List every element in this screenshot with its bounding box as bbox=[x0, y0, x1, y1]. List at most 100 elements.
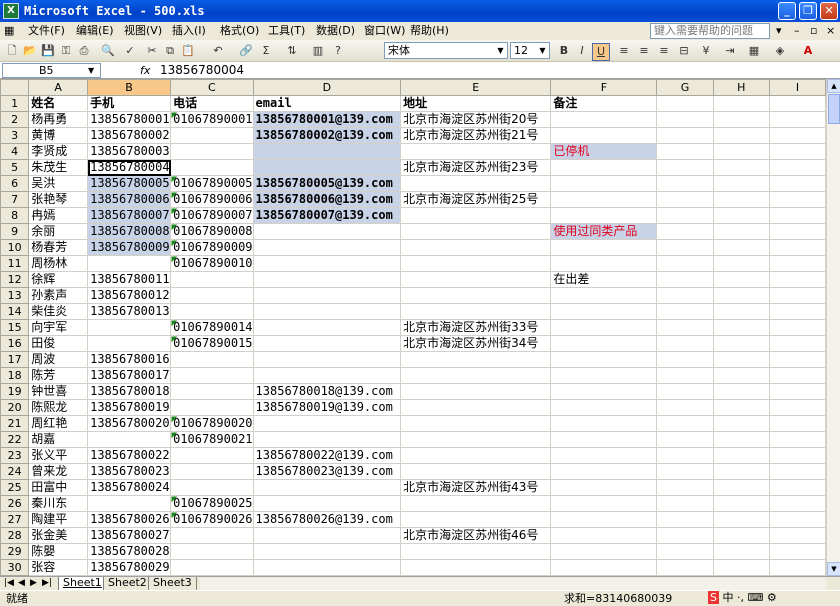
cell-i10[interactable] bbox=[768, 239, 826, 256]
permission-icon[interactable]: ⚿ bbox=[58, 43, 74, 59]
cell-c17[interactable] bbox=[170, 351, 254, 368]
cell-f5[interactable] bbox=[550, 159, 658, 176]
cell-f27[interactable] bbox=[550, 511, 658, 528]
cell-h27[interactable] bbox=[712, 511, 770, 528]
cell-e13[interactable] bbox=[400, 287, 552, 304]
cell-i11[interactable] bbox=[768, 255, 826, 272]
cell-h26[interactable] bbox=[712, 495, 770, 512]
cell-f13[interactable] bbox=[550, 287, 658, 304]
cell-d26[interactable] bbox=[252, 495, 402, 512]
cell-h8[interactable] bbox=[712, 207, 770, 224]
borders-icon[interactable]: ▦ bbox=[746, 43, 762, 59]
row-header[interactable]: 26 bbox=[0, 495, 30, 512]
cell-b30[interactable]: 13856780029 bbox=[87, 559, 172, 576]
cell-f17[interactable] bbox=[550, 351, 658, 368]
cell-b3[interactable]: 13856780002 bbox=[87, 127, 172, 144]
prev-sheet-arrow-icon[interactable]: ◀ bbox=[18, 577, 25, 590]
cell-e28[interactable]: 北京市海淀区苏州街46号 bbox=[400, 527, 552, 544]
sheet-tab-2[interactable]: Sheet2 bbox=[103, 577, 152, 591]
cell-e29[interactable] bbox=[400, 543, 552, 560]
row-header[interactable]: 1 bbox=[0, 95, 30, 112]
cell-d4[interactable] bbox=[252, 143, 402, 160]
cell-f29[interactable] bbox=[550, 543, 658, 560]
cell-a26[interactable]: 秦川东 bbox=[28, 495, 89, 512]
cell-b21[interactable]: 13856780020 bbox=[87, 415, 172, 432]
cell-g1[interactable] bbox=[656, 95, 714, 112]
cell-d13[interactable] bbox=[252, 287, 402, 304]
formula-input[interactable]: 13856780004 bbox=[160, 63, 244, 78]
cell-h17[interactable] bbox=[712, 351, 770, 368]
help-dropdown-icon[interactable]: ▾ bbox=[776, 24, 782, 38]
cell-h22[interactable] bbox=[712, 431, 770, 448]
cell-d23[interactable]: 13856780022@139.com bbox=[252, 447, 402, 464]
cell-b23[interactable]: 13856780022 bbox=[87, 447, 172, 464]
cell-c6[interactable]: 01067890005 bbox=[170, 175, 254, 192]
indent-icon[interactable]: ⇥ bbox=[722, 43, 738, 59]
cell-f2[interactable] bbox=[550, 111, 658, 128]
cell-f16[interactable] bbox=[550, 335, 658, 352]
cell-e20[interactable] bbox=[400, 399, 552, 416]
row-header[interactable]: 8 bbox=[0, 207, 30, 224]
cell-h20[interactable] bbox=[712, 399, 770, 416]
sheet-tab-3[interactable]: Sheet3 bbox=[148, 577, 197, 591]
cell-a2[interactable]: 杨再勇 bbox=[28, 111, 89, 128]
row-header[interactable]: 7 bbox=[0, 191, 30, 208]
cell-c23[interactable] bbox=[170, 447, 254, 464]
doc-restore-icon[interactable]: ▫ bbox=[810, 24, 817, 38]
fill-color-icon[interactable]: ◈ bbox=[772, 43, 788, 59]
cell-c28[interactable] bbox=[170, 527, 254, 544]
row-header[interactable]: 20 bbox=[0, 399, 30, 416]
cell-d14[interactable] bbox=[252, 303, 402, 320]
row-header[interactable]: 15 bbox=[0, 319, 30, 336]
bold-icon[interactable]: B bbox=[556, 43, 572, 59]
cell-h14[interactable] bbox=[712, 303, 770, 320]
cell-i13[interactable] bbox=[768, 287, 826, 304]
cell-c8[interactable]: 01067890007 bbox=[170, 207, 254, 224]
cell-c15[interactable]: 01067890014 bbox=[170, 319, 254, 336]
cell-d28[interactable] bbox=[252, 527, 402, 544]
cell-h18[interactable] bbox=[712, 367, 770, 384]
cell-h29[interactable] bbox=[712, 543, 770, 560]
cell-f20[interactable] bbox=[550, 399, 658, 416]
cell-g19[interactable] bbox=[656, 383, 714, 400]
name-box[interactable]: B5 ▼ bbox=[2, 63, 101, 78]
column-header-a[interactable]: A bbox=[28, 79, 89, 96]
cell-a8[interactable]: 冉嫣 bbox=[28, 207, 89, 224]
ime-settings-icon[interactable]: ⚙ bbox=[767, 591, 777, 604]
excel-app-icon[interactable]: X bbox=[3, 3, 19, 19]
cell-i7[interactable] bbox=[768, 191, 826, 208]
maximize-button[interactable]: ❐ bbox=[799, 2, 817, 20]
cell-i17[interactable] bbox=[768, 351, 826, 368]
row-header[interactable]: 13 bbox=[0, 287, 30, 304]
cell-e30[interactable] bbox=[400, 559, 552, 576]
cell-e25[interactable]: 北京市海淀区苏州街43号 bbox=[400, 479, 552, 496]
font-name-select[interactable]: 宋体 ▼ bbox=[384, 42, 508, 59]
cell-g20[interactable] bbox=[656, 399, 714, 416]
cell-c5[interactable] bbox=[170, 159, 254, 176]
cell-a27[interactable]: 陶建平 bbox=[28, 511, 89, 528]
sheet-tab-1[interactable]: Sheet1 bbox=[58, 577, 107, 591]
cell-d11[interactable] bbox=[252, 255, 402, 272]
cell-i22[interactable] bbox=[768, 431, 826, 448]
cell-d19[interactable]: 13856780018@139.com bbox=[252, 383, 402, 400]
cell-d18[interactable] bbox=[252, 367, 402, 384]
cell-c7[interactable]: 01067890006 bbox=[170, 191, 254, 208]
cell-i12[interactable] bbox=[768, 271, 826, 288]
scroll-down-arrow-icon[interactable]: ▼ bbox=[827, 562, 840, 576]
currency-icon[interactable]: ¥ bbox=[698, 43, 714, 59]
select-all-corner[interactable] bbox=[0, 79, 30, 96]
cell-e6[interactable] bbox=[400, 175, 552, 192]
cell-b4[interactable]: 13856780003 bbox=[87, 143, 172, 160]
cell-g9[interactable] bbox=[656, 223, 714, 240]
insert-function-icon[interactable]: fx bbox=[140, 63, 150, 78]
print-icon[interactable]: ⎙ bbox=[76, 43, 92, 59]
cell-b11[interactable] bbox=[87, 255, 172, 272]
cell-c10[interactable]: 01067890009 bbox=[170, 239, 254, 256]
cell-g21[interactable] bbox=[656, 415, 714, 432]
cell-b22[interactable] bbox=[87, 431, 172, 448]
cell-g11[interactable] bbox=[656, 255, 714, 272]
row-header[interactable]: 2 bbox=[0, 111, 30, 128]
worksheet-table[interactable]: ABCDEFGHI 1 姓名 手机 电话 email 地址 备注 2 杨再勇 1385678000… bbox=[0, 79, 826, 576]
cell-g17[interactable] bbox=[656, 351, 714, 368]
cell-c9[interactable]: 01067890008 bbox=[170, 223, 254, 240]
